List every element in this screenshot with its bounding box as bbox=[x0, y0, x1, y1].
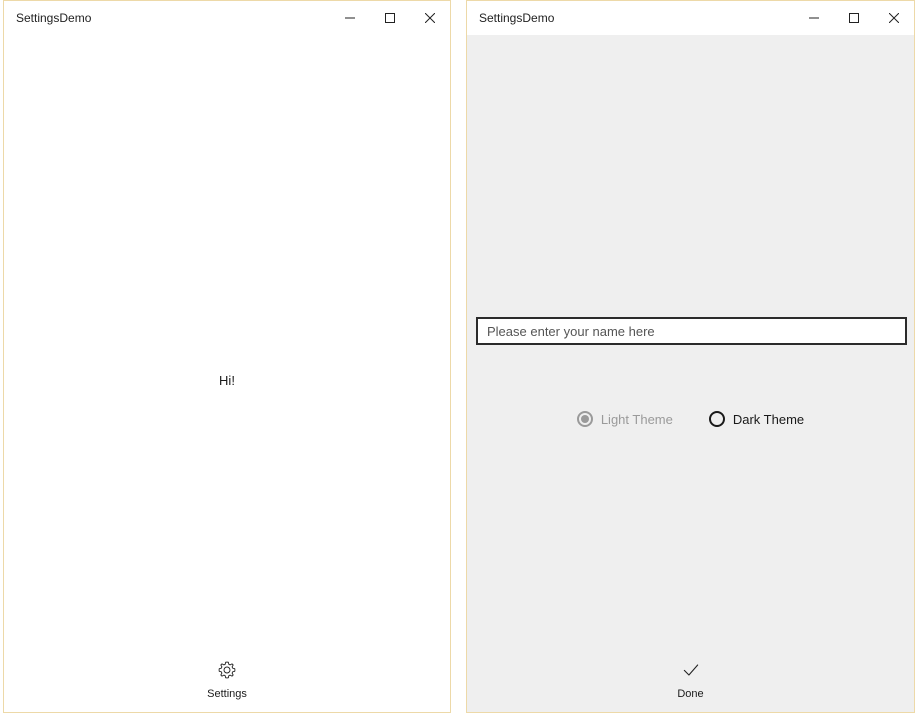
theme-radio-group: Light Theme Dark Theme bbox=[467, 411, 914, 427]
maximize-icon bbox=[849, 13, 859, 23]
close-button[interactable] bbox=[874, 1, 914, 35]
minimize-icon bbox=[345, 17, 355, 19]
minimize-button[interactable] bbox=[794, 1, 834, 35]
settings-page: Light Theme Dark Theme Done bbox=[467, 35, 914, 712]
dark-theme-label: Dark Theme bbox=[732, 411, 805, 427]
light-theme-label: Light Theme bbox=[600, 411, 673, 427]
close-icon bbox=[425, 13, 435, 23]
maximize-button[interactable] bbox=[834, 1, 874, 35]
radio-unselected-indicator bbox=[708, 411, 725, 427]
window-title: SettingsDemo bbox=[479, 11, 555, 25]
main-page: Hi! Settings bbox=[4, 35, 450, 712]
settings-label: Settings bbox=[207, 688, 247, 700]
settings-window: SettingsDemo Light Theme Dark Theme bbox=[466, 0, 915, 713]
light-theme-radio[interactable]: Light Theme bbox=[576, 411, 673, 427]
minimize-icon bbox=[809, 17, 819, 19]
name-input[interactable] bbox=[476, 317, 907, 345]
gear-icon bbox=[218, 661, 236, 679]
done-button[interactable]: Done bbox=[651, 660, 731, 702]
radio-selected-indicator bbox=[576, 411, 593, 427]
dark-theme-radio[interactable]: Dark Theme bbox=[708, 411, 805, 427]
done-label: Done bbox=[677, 688, 704, 700]
minimize-button[interactable] bbox=[330, 1, 370, 35]
main-window: SettingsDemo Hi! Settings bbox=[3, 0, 451, 713]
greeting-text: Hi! bbox=[219, 373, 235, 388]
settings-button[interactable]: Settings bbox=[187, 660, 267, 702]
window-title: SettingsDemo bbox=[16, 11, 92, 25]
title-bar[interactable]: SettingsDemo bbox=[467, 1, 914, 35]
checkmark-icon bbox=[683, 664, 698, 676]
maximize-icon bbox=[385, 13, 395, 23]
close-button[interactable] bbox=[410, 1, 450, 35]
maximize-button[interactable] bbox=[370, 1, 410, 35]
title-bar[interactable]: SettingsDemo bbox=[4, 1, 450, 35]
close-icon bbox=[889, 13, 899, 23]
